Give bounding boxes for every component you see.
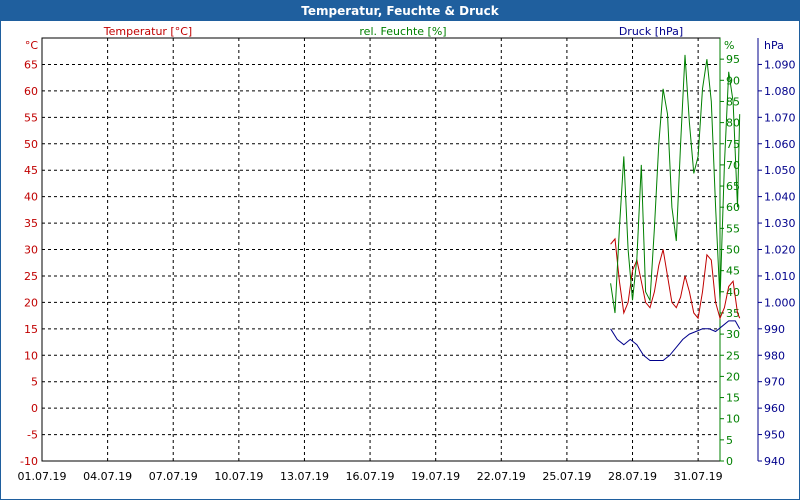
temp-tick-label: 65: [24, 58, 38, 71]
x-tick-label: 16.07.19: [346, 470, 395, 483]
humidity-tick-label: 15: [726, 392, 740, 405]
temp-tick-label: 30: [24, 244, 38, 257]
temp-tick-label: 40: [24, 191, 38, 204]
x-tick-label: 19.07.19: [411, 470, 460, 483]
temp-tick-label: 20: [24, 296, 38, 309]
temp-tick-label: 15: [24, 323, 38, 336]
temp-tick-label: 35: [24, 217, 38, 230]
humidity-tick-label: 10: [726, 413, 740, 426]
pressure-tick-label: 1.080: [764, 85, 796, 98]
humidity-tick-label: 5: [726, 434, 733, 447]
temp-tick-label: 5: [31, 376, 38, 389]
humidity-tick-label: 55: [726, 222, 740, 235]
pressure-tick-label: 990: [764, 323, 785, 336]
pressure-tick-label: 1.030: [764, 217, 796, 230]
pressure-tick-label: 1.020: [764, 244, 796, 257]
humidity-tick-label: 80: [726, 117, 740, 130]
x-tick-label: 31.07.19: [674, 470, 723, 483]
pressure-tick-label: 960: [764, 402, 785, 415]
chart-canvas: 65605550454035302520151050-5-1001.07.19 0…: [18, 25, 796, 483]
pressure-tick-label: 1.090: [764, 58, 796, 71]
x-tick-label: 13.07.19: [280, 470, 329, 483]
humidity-tick-label: 95: [726, 53, 740, 66]
humidity-tick-label: 20: [726, 370, 740, 383]
humidity-unit-label: %: [724, 39, 734, 52]
pressure-tick-label: 1.010: [764, 270, 796, 283]
temp-tick-label: 50: [24, 138, 38, 151]
pressure-tick-label: 940: [764, 455, 785, 468]
pressure-tick-label: 1.000: [764, 296, 796, 309]
legend-temperature: Temperatur [°C]: [103, 25, 192, 38]
temp-unit-label: °C: [25, 39, 39, 52]
humidity-tick-label: 25: [726, 349, 740, 362]
temp-tick-label: 10: [24, 349, 38, 362]
humidity-tick-label: 75: [726, 138, 740, 151]
pressure-unit-label: hPa: [764, 39, 784, 52]
humidity-tick-label: 30: [726, 328, 740, 341]
humidity-tick-label: 45: [726, 265, 740, 278]
x-tick-label: 25.07.19: [542, 470, 591, 483]
pressure-tick-label: 970: [764, 376, 785, 389]
x-tick-label: 10.07.19: [214, 470, 263, 483]
temp-tick-label: -5: [27, 429, 38, 442]
x-tick-label: 28.07.19: [608, 470, 657, 483]
humidity-tick-label: 0: [726, 455, 733, 468]
temp-tick-label: 45: [24, 164, 38, 177]
pressure-tick-label: 1.040: [764, 191, 796, 204]
pressure-tick-label: 950: [764, 429, 785, 442]
legend-humidity: rel. Feuchte [%]: [359, 25, 446, 38]
temp-tick-label: 55: [24, 111, 38, 124]
x-tick-label: 07.07.19: [149, 470, 198, 483]
x-tick-label: 01.07.19: [18, 470, 67, 483]
temp-tick-label: 60: [24, 85, 38, 98]
pressure-tick-label: 1.060: [764, 138, 796, 151]
pressure-tick-label: 1.070: [764, 111, 796, 124]
humidity-tick-label: 50: [726, 244, 740, 257]
x-tick-label: 22.07.19: [477, 470, 526, 483]
temp-tick-label: 25: [24, 270, 38, 283]
temp-tick-label: -10: [20, 455, 38, 468]
pressure-tick-label: 1.050: [764, 164, 796, 177]
temp-tick-label: 0: [31, 402, 38, 415]
legend-pressure: Druck [hPa]: [619, 25, 683, 38]
x-tick-label: 04.07.19: [83, 470, 132, 483]
pressure-tick-label: 980: [764, 349, 785, 362]
